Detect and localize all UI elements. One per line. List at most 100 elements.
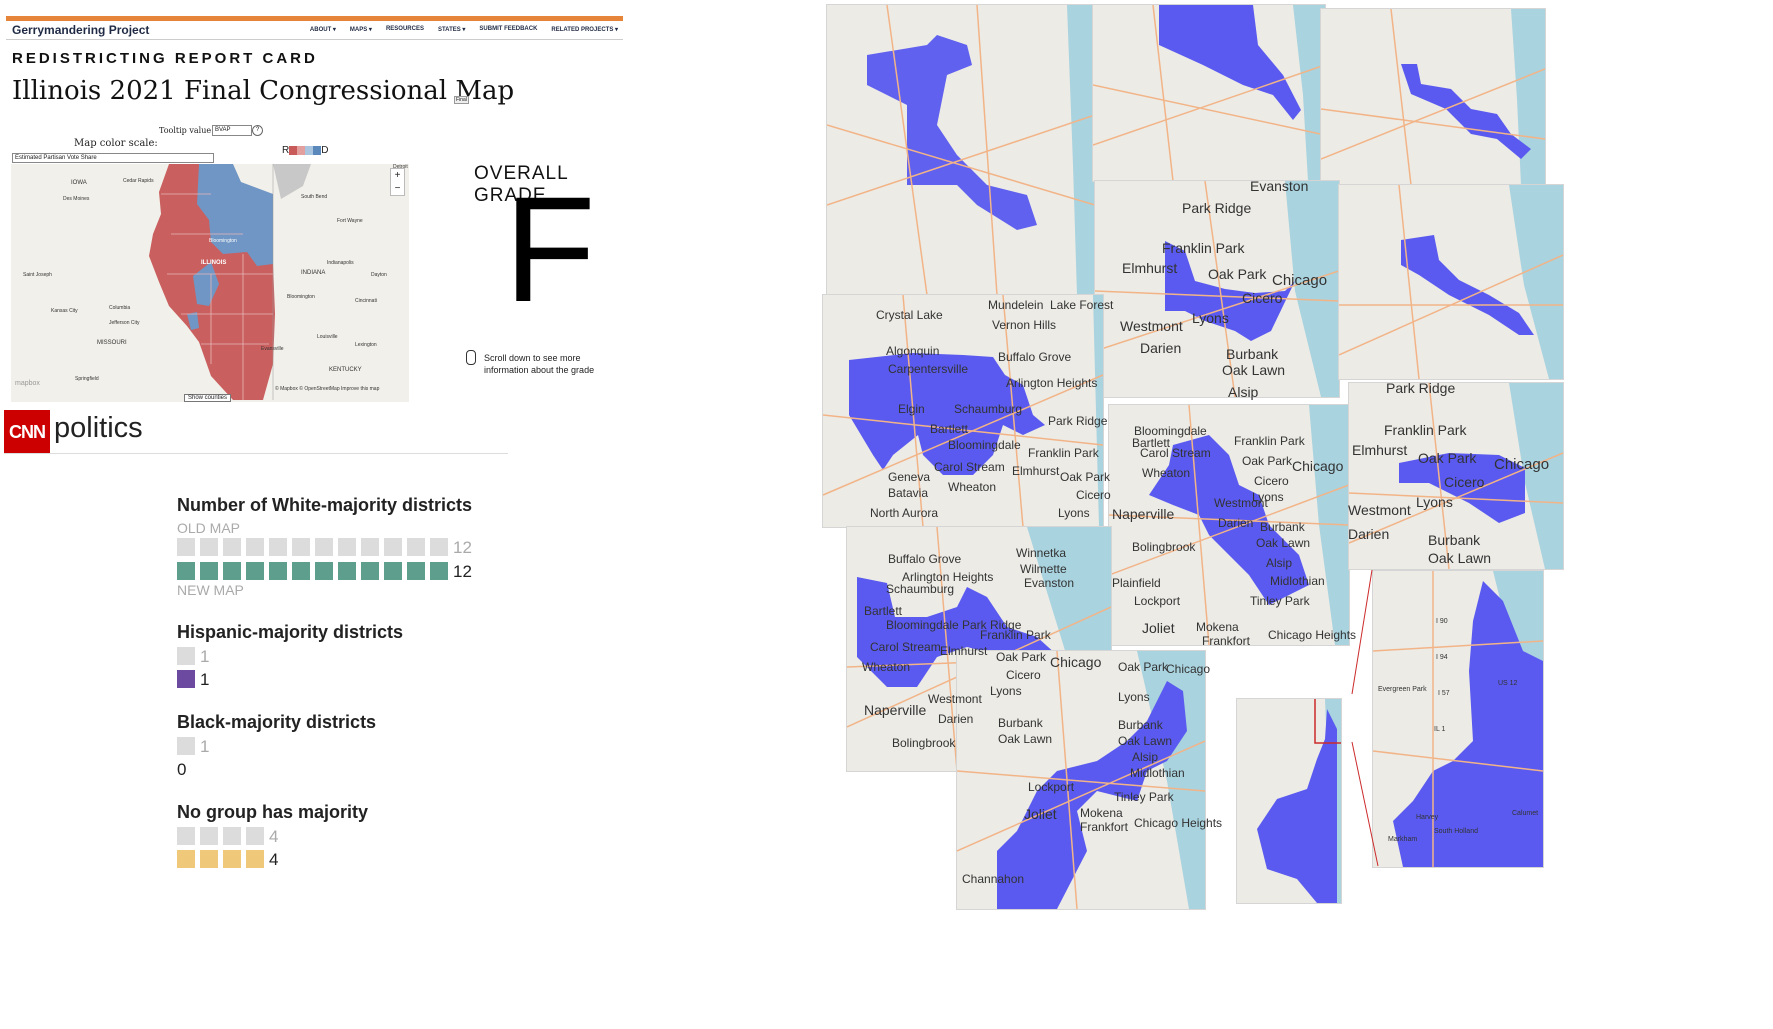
cnn-politics-header: CNN politics xyxy=(4,408,508,454)
tooltip-value-select[interactable]: BVAP xyxy=(212,125,252,136)
white-new-square xyxy=(361,562,379,580)
map-place-label: South Holland xyxy=(1434,828,1478,835)
map-place-label: Lyons xyxy=(1416,494,1453,510)
map-place-label: Burbank xyxy=(1118,718,1163,732)
nav-submit-feedback[interactable]: SUBMIT FEEDBACK xyxy=(479,26,537,33)
no-majority-old-count: 4 xyxy=(269,827,279,846)
illinois-district-map[interactable]: IOWA Cedar Rapids Des Moines ILLINOIS IN… xyxy=(11,164,409,402)
map-place-label: Oak Lawn xyxy=(1222,362,1286,378)
black-majority-title: Black-majority districts xyxy=(177,712,377,732)
map-place-label: Wilmette xyxy=(1020,562,1067,576)
hispanic-new-square xyxy=(177,670,195,688)
map-place-label: Darien xyxy=(938,712,974,726)
map-place-label: Cicero xyxy=(1076,488,1111,502)
map-place-label: Park Ridge xyxy=(1182,200,1252,216)
map-place-label: Tinley Park xyxy=(1250,594,1310,608)
no-majority-title: No group has majority xyxy=(177,802,369,822)
nav-states[interactable]: STATES ▾ xyxy=(438,26,465,33)
hispanic-old-count: 1 xyxy=(200,647,210,666)
zoom-out-button[interactable]: − xyxy=(391,182,404,195)
map-place-label: Bartlett xyxy=(864,604,903,618)
map-place-label: Algonquin xyxy=(886,344,940,358)
map-place-label: Harvey xyxy=(1416,814,1439,821)
map-place-label: Lyons xyxy=(1192,310,1229,326)
map-place-label: Cicero xyxy=(1254,474,1289,488)
map-place-label: Oak Park xyxy=(1118,660,1169,674)
map-place-label: Markham xyxy=(1388,836,1418,843)
nav-about[interactable]: ABOUT ▾ xyxy=(310,26,336,33)
white-new-square xyxy=(223,562,241,580)
map-label: Indianapolis xyxy=(327,260,354,266)
map-label: Lexington xyxy=(355,342,377,348)
show-counties-button[interactable]: Show counties xyxy=(184,394,232,402)
map-label: Louisville xyxy=(317,334,338,340)
white-majority-title: Number of White-majority districts xyxy=(177,495,473,515)
no-majority-new-square xyxy=(200,850,218,868)
mapbox-logo[interactable]: mapbox xyxy=(15,380,40,387)
map-label: Cedar Rapids xyxy=(123,178,154,184)
map-attribution[interactable]: © Mapbox © OpenStreetMap Improve this ma… xyxy=(275,386,379,392)
site-title[interactable]: Gerrymandering Project xyxy=(12,23,149,37)
nav-maps[interactable]: MAPS ▾ xyxy=(350,26,372,33)
legend-d-label: D xyxy=(321,145,329,156)
map-place-label: Mokena xyxy=(1196,620,1239,634)
map-place-label: Chicago Heights xyxy=(1134,816,1223,830)
zoom-in-button[interactable]: + xyxy=(391,169,404,182)
cnn-logo[interactable]: CNN xyxy=(4,410,50,454)
map-label: IOWA xyxy=(71,180,87,186)
map-place-label: Westmont xyxy=(1348,502,1411,518)
map-place-label: Frankfort xyxy=(1080,820,1129,834)
map-place-label: Elmhurst xyxy=(940,644,988,658)
map-label: Kansas City xyxy=(51,308,78,314)
header-divider xyxy=(4,453,508,454)
nav-related-projects[interactable]: RELATED PROJECTS ▾ xyxy=(551,26,618,33)
white-new-square xyxy=(177,562,195,580)
hispanic-majority-title: Hispanic-majority districts xyxy=(177,622,404,642)
map-place-label: Darien xyxy=(1140,340,1182,356)
top-accent-bar xyxy=(6,16,623,21)
map-place-label: Elmhurst xyxy=(1352,442,1408,458)
map-place-label: Carol Stream xyxy=(870,640,941,654)
map-place-label: Wheaton xyxy=(862,660,911,674)
map-place-label: Oak Lawn xyxy=(1256,536,1311,550)
overall-grade: F xyxy=(504,165,596,333)
white-old-square xyxy=(315,538,333,556)
white-old-square xyxy=(338,538,356,556)
map-place-label: Wheaton xyxy=(948,480,997,494)
map-place-label: Burbank xyxy=(1428,532,1481,548)
page-title: Illinois 2021 Final Congressional Map xyxy=(12,76,515,106)
map-place-label: Tinley Park xyxy=(1114,790,1174,804)
map-label: Dayton xyxy=(371,272,387,278)
color-scale-label: Map color scale: xyxy=(74,138,158,149)
help-icon[interactable]: ? xyxy=(252,125,263,136)
nav-resources[interactable]: RESOURCES xyxy=(386,26,424,33)
map-place-label: Darien xyxy=(1348,526,1390,542)
map-place-label: Midlothian xyxy=(1130,766,1185,780)
legend-swatch xyxy=(305,146,314,155)
map-label: Springfield xyxy=(75,376,99,382)
no-majority-old-square xyxy=(223,827,241,845)
map-place-label: Evanston xyxy=(1024,576,1075,590)
white-new-square xyxy=(430,562,448,580)
map-label: Saint Joseph xyxy=(23,272,52,278)
map-place-label: Chicago xyxy=(1166,662,1211,676)
hispanic-new-squares xyxy=(177,670,195,688)
white-new-square xyxy=(200,562,218,580)
color-scale-select[interactable]: Estimated Partisan Vote Share xyxy=(12,153,214,163)
map-place-label: US 12 xyxy=(1498,680,1518,687)
map-place-label: Cicero xyxy=(1006,668,1041,682)
white-old-square xyxy=(407,538,425,556)
white-new-square xyxy=(315,562,333,580)
white-old-square xyxy=(246,538,264,556)
no-majority-new-square xyxy=(223,850,241,868)
map-place-label: Lyons xyxy=(1058,506,1090,520)
map-place-label: North Aurora xyxy=(870,506,939,520)
politics-wordmark[interactable]: politics xyxy=(54,412,143,445)
white-new-count: 12 xyxy=(453,562,472,581)
map-place-label: Carol Stream xyxy=(934,460,1005,474)
white-old-square xyxy=(269,538,287,556)
map-place-label: Mundelein xyxy=(988,298,1044,312)
map-place-label: Chicago xyxy=(1292,458,1344,474)
new-map-label: NEW MAP xyxy=(177,582,244,598)
no-majority-old-square xyxy=(177,827,195,845)
